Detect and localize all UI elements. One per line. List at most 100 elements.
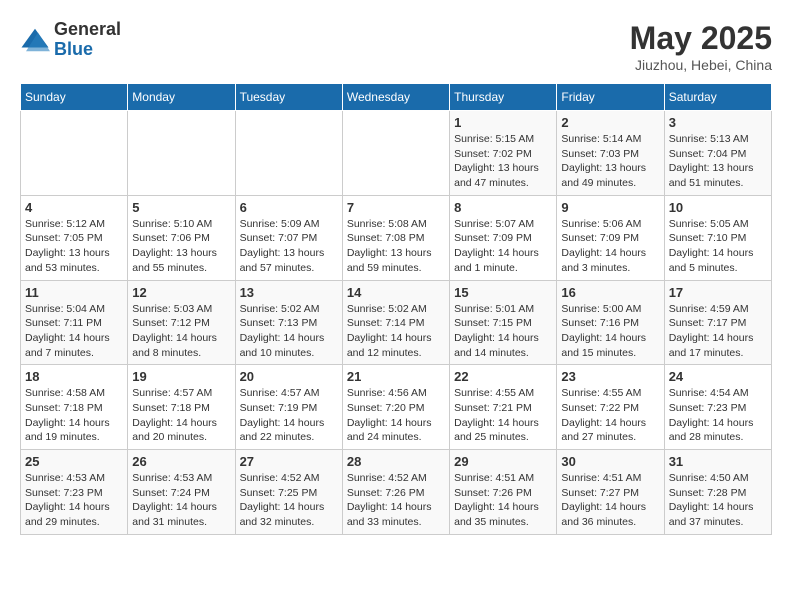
day-number: 26 xyxy=(132,454,230,469)
day-number: 7 xyxy=(347,200,445,215)
day-number: 4 xyxy=(25,200,123,215)
day-info: Sunrise: 5:06 AM Sunset: 7:09 PM Dayligh… xyxy=(561,217,659,276)
day-number: 14 xyxy=(347,285,445,300)
day-info: Sunrise: 5:03 AM Sunset: 7:12 PM Dayligh… xyxy=(132,302,230,361)
weekday-header-row: SundayMondayTuesdayWednesdayThursdayFrid… xyxy=(21,84,772,111)
calendar-cell: 17 Sunrise: 4:59 AM Sunset: 7:17 PM Dayli… xyxy=(664,280,771,365)
day-info: Sunrise: 4:54 AM Sunset: 7:23 PM Dayligh… xyxy=(669,386,767,445)
day-info: Sunrise: 4:58 AM Sunset: 7:18 PM Dayligh… xyxy=(25,386,123,445)
day-info: Sunrise: 4:51 AM Sunset: 7:26 PM Dayligh… xyxy=(454,471,552,530)
calendar-table: SundayMondayTuesdayWednesdayThursdayFrid… xyxy=(20,83,772,535)
calendar-cell: 3 Sunrise: 5:13 AM Sunset: 7:04 PM Daylig… xyxy=(664,111,771,196)
calendar-cell: 28Sunrise: 4:52 AM Sunset: 7:26 PM Dayli… xyxy=(342,450,449,535)
logo-icon xyxy=(20,25,50,55)
calendar-cell: 9 Sunrise: 5:06 AM Sunset: 7:09 PM Daylig… xyxy=(557,195,664,280)
day-number: 16 xyxy=(561,285,659,300)
calendar-cell: 8 Sunrise: 5:07 AM Sunset: 7:09 PM Daylig… xyxy=(450,195,557,280)
logo-blue: Blue xyxy=(54,40,121,60)
calendar-cell: 16Sunrise: 5:00 AM Sunset: 7:16 PM Dayli… xyxy=(557,280,664,365)
day-info: Sunrise: 5:10 AM Sunset: 7:06 PM Dayligh… xyxy=(132,217,230,276)
calendar-cell xyxy=(342,111,449,196)
day-info: Sunrise: 4:53 AM Sunset: 7:24 PM Dayligh… xyxy=(132,471,230,530)
day-number: 9 xyxy=(561,200,659,215)
day-number: 28 xyxy=(347,454,445,469)
month-title: May 2025 xyxy=(630,20,772,57)
day-number: 24 xyxy=(669,369,767,384)
calendar-cell xyxy=(21,111,128,196)
day-number: 31 xyxy=(669,454,767,469)
day-info: Sunrise: 4:56 AM Sunset: 7:20 PM Dayligh… xyxy=(347,386,445,445)
day-info: Sunrise: 4:57 AM Sunset: 7:18 PM Dayligh… xyxy=(132,386,230,445)
calendar-cell: 14Sunrise: 5:02 AM Sunset: 7:14 PM Dayli… xyxy=(342,280,449,365)
day-number: 30 xyxy=(561,454,659,469)
calendar-cell: 13Sunrise: 5:02 AM Sunset: 7:13 PM Dayli… xyxy=(235,280,342,365)
day-number: 29 xyxy=(454,454,552,469)
calendar-cell: 23 Sunrise: 4:55 AM Sunset: 7:22 PM Dayli… xyxy=(557,365,664,450)
calendar-week-row: 11Sunrise: 5:04 AM Sunset: 7:11 PM Dayli… xyxy=(21,280,772,365)
logo-text: General Blue xyxy=(54,20,121,60)
day-info: Sunrise: 4:57 AM Sunset: 7:19 PM Dayligh… xyxy=(240,386,338,445)
calendar-cell: 12 Sunrise: 5:03 AM Sunset: 7:12 PM Dayli… xyxy=(128,280,235,365)
calendar-cell xyxy=(128,111,235,196)
day-info: Sunrise: 5:04 AM Sunset: 7:11 PM Dayligh… xyxy=(25,302,123,361)
calendar-cell: 27 Sunrise: 4:52 AM Sunset: 7:25 PM Dayli… xyxy=(235,450,342,535)
day-info: Sunrise: 5:08 AM Sunset: 7:08 PM Dayligh… xyxy=(347,217,445,276)
day-number: 27 xyxy=(240,454,338,469)
calendar-cell: 11Sunrise: 5:04 AM Sunset: 7:11 PM Dayli… xyxy=(21,280,128,365)
day-info: Sunrise: 4:52 AM Sunset: 7:25 PM Dayligh… xyxy=(240,471,338,530)
day-number: 17 xyxy=(669,285,767,300)
calendar-week-row: 1 Sunrise: 5:15 AM Sunset: 7:02 PM Daylig… xyxy=(21,111,772,196)
weekday-header: Sunday xyxy=(21,84,128,111)
calendar-cell: 19 Sunrise: 4:57 AM Sunset: 7:18 PM Dayli… xyxy=(128,365,235,450)
day-number: 1 xyxy=(454,115,552,130)
weekday-header: Wednesday xyxy=(342,84,449,111)
calendar-cell: 10Sunrise: 5:05 AM Sunset: 7:10 PM Dayli… xyxy=(664,195,771,280)
day-info: Sunrise: 4:55 AM Sunset: 7:21 PM Dayligh… xyxy=(454,386,552,445)
calendar-cell: 22 Sunrise: 4:55 AM Sunset: 7:21 PM Dayli… xyxy=(450,365,557,450)
calendar-cell: 30 Sunrise: 4:51 AM Sunset: 7:27 PM Dayli… xyxy=(557,450,664,535)
day-number: 10 xyxy=(669,200,767,215)
day-number: 8 xyxy=(454,200,552,215)
day-info: Sunrise: 5:13 AM Sunset: 7:04 PM Dayligh… xyxy=(669,132,767,191)
day-info: Sunrise: 4:59 AM Sunset: 7:17 PM Dayligh… xyxy=(669,302,767,361)
calendar-cell: 2Sunrise: 5:14 AM Sunset: 7:03 PM Daylig… xyxy=(557,111,664,196)
title-block: May 2025 Jiuzhou, Hebei, China xyxy=(630,20,772,73)
calendar-cell: 1 Sunrise: 5:15 AM Sunset: 7:02 PM Daylig… xyxy=(450,111,557,196)
day-info: Sunrise: 4:55 AM Sunset: 7:22 PM Dayligh… xyxy=(561,386,659,445)
calendar-week-row: 25 Sunrise: 4:53 AM Sunset: 7:23 PM Dayli… xyxy=(21,450,772,535)
day-number: 2 xyxy=(561,115,659,130)
day-number: 25 xyxy=(25,454,123,469)
calendar-cell: 18Sunrise: 4:58 AM Sunset: 7:18 PM Dayli… xyxy=(21,365,128,450)
day-number: 13 xyxy=(240,285,338,300)
calendar-cell: 7 Sunrise: 5:08 AM Sunset: 7:08 PM Daylig… xyxy=(342,195,449,280)
day-info: Sunrise: 5:12 AM Sunset: 7:05 PM Dayligh… xyxy=(25,217,123,276)
day-info: Sunrise: 5:07 AM Sunset: 7:09 PM Dayligh… xyxy=(454,217,552,276)
day-info: Sunrise: 4:51 AM Sunset: 7:27 PM Dayligh… xyxy=(561,471,659,530)
calendar-cell: 29 Sunrise: 4:51 AM Sunset: 7:26 PM Dayli… xyxy=(450,450,557,535)
weekday-header: Tuesday xyxy=(235,84,342,111)
day-number: 3 xyxy=(669,115,767,130)
logo-general: General xyxy=(54,20,121,40)
day-number: 19 xyxy=(132,369,230,384)
day-number: 15 xyxy=(454,285,552,300)
day-number: 12 xyxy=(132,285,230,300)
day-info: Sunrise: 5:09 AM Sunset: 7:07 PM Dayligh… xyxy=(240,217,338,276)
location: Jiuzhou, Hebei, China xyxy=(630,57,772,73)
day-info: Sunrise: 4:50 AM Sunset: 7:28 PM Dayligh… xyxy=(669,471,767,530)
calendar-cell: 26 Sunrise: 4:53 AM Sunset: 7:24 PM Dayli… xyxy=(128,450,235,535)
day-info: Sunrise: 5:01 AM Sunset: 7:15 PM Dayligh… xyxy=(454,302,552,361)
calendar-cell: 25 Sunrise: 4:53 AM Sunset: 7:23 PM Dayli… xyxy=(21,450,128,535)
calendar-cell: 6 Sunrise: 5:09 AM Sunset: 7:07 PM Daylig… xyxy=(235,195,342,280)
weekday-header: Thursday xyxy=(450,84,557,111)
day-info: Sunrise: 5:15 AM Sunset: 7:02 PM Dayligh… xyxy=(454,132,552,191)
page-header: General Blue May 2025 Jiuzhou, Hebei, Ch… xyxy=(20,20,772,73)
day-number: 6 xyxy=(240,200,338,215)
calendar-cell: 5 Sunrise: 5:10 AM Sunset: 7:06 PM Daylig… xyxy=(128,195,235,280)
day-number: 5 xyxy=(132,200,230,215)
day-info: Sunrise: 4:53 AM Sunset: 7:23 PM Dayligh… xyxy=(25,471,123,530)
day-number: 20 xyxy=(240,369,338,384)
weekday-header: Friday xyxy=(557,84,664,111)
calendar-cell: 31 Sunrise: 4:50 AM Sunset: 7:28 PM Dayli… xyxy=(664,450,771,535)
day-number: 23 xyxy=(561,369,659,384)
day-number: 22 xyxy=(454,369,552,384)
